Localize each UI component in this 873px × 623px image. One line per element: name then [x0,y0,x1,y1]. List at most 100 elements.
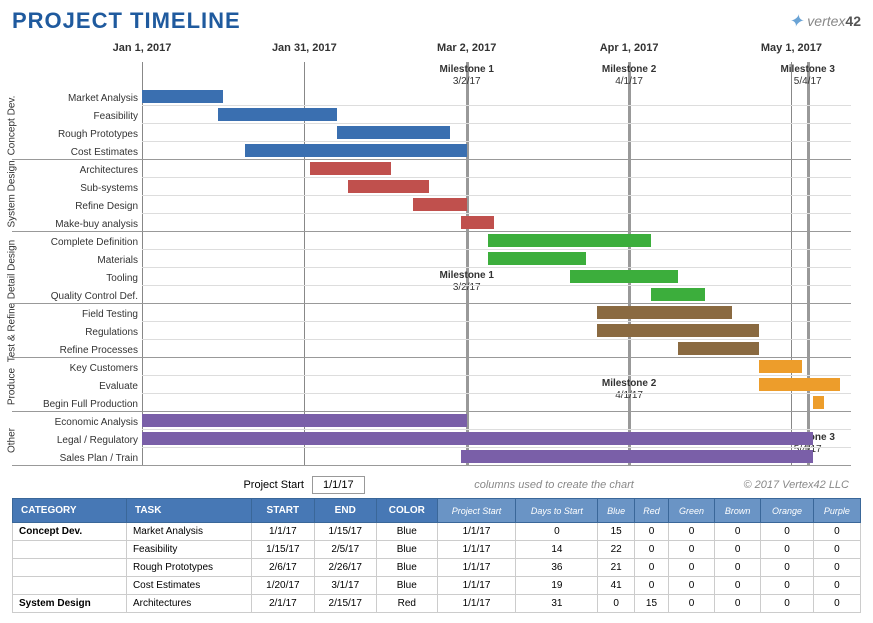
table-cell[interactable]: 0 [669,523,715,541]
table-cell[interactable] [13,541,127,559]
table-cell[interactable]: 0 [813,577,860,595]
table-cell[interactable]: Blue [376,559,437,577]
table-row: Cost Estimates1/20/173/1/17Blue1/1/17194… [13,577,861,595]
table-cell[interactable]: 0 [813,541,860,559]
table-cell[interactable] [13,577,127,595]
gantt-bar [218,108,337,121]
x-axis-labels: Jan 1, 2017Jan 31, 2017Mar 2, 2017Apr 1,… [142,42,861,62]
table-cell[interactable]: 0 [714,595,760,613]
table-cell[interactable]: Concept Dev. [13,523,127,541]
table-cell[interactable]: 0 [714,541,760,559]
table-cell[interactable]: 0 [634,523,668,541]
project-start-value[interactable]: 1/1/17 [312,476,365,494]
table-cell[interactable]: 15 [634,595,668,613]
table-cell[interactable]: Blue [376,523,437,541]
table-cell[interactable]: 19 [516,577,598,595]
table-cell[interactable]: 0 [714,523,760,541]
table-cell[interactable]: 0 [714,577,760,595]
table-cell[interactable]: 1/1/17 [437,559,516,577]
gantt-bar [597,324,759,337]
table-subheader: Brown [714,499,760,523]
table-cell[interactable]: 1/20/17 [252,577,314,595]
table-cell[interactable]: 36 [516,559,598,577]
table-cell[interactable]: 2/15/17 [314,595,376,613]
table-cell[interactable]: 0 [761,595,814,613]
table-cell[interactable]: 0 [813,523,860,541]
table-cell[interactable]: 0 [669,577,715,595]
table-cell[interactable]: 2/6/17 [252,559,314,577]
task-label: Field Testing [12,306,138,324]
table-cell[interactable]: 0 [714,559,760,577]
table-cell[interactable]: 1/1/17 [437,541,516,559]
task-label: Sub-systems [12,180,138,198]
row-gridline [142,285,851,286]
table-cell[interactable]: 0 [813,559,860,577]
table-cell[interactable]: Blue [376,541,437,559]
table-cell[interactable]: Rough Prototypes [126,559,251,577]
task-label: Regulations [12,324,138,342]
table-subheader: Blue [598,499,634,523]
table-cell[interactable]: Architectures [126,595,251,613]
table-cell[interactable]: 0 [761,541,814,559]
table-cell[interactable]: 41 [598,577,634,595]
axis-tick-label: May 1, 2017 [761,42,822,54]
table-cell[interactable]: System Design [13,595,127,613]
table-cell[interactable]: 0 [669,559,715,577]
table-cell[interactable]: Red [376,595,437,613]
table-cell[interactable]: 0 [761,559,814,577]
gantt-bar [678,342,759,355]
table-cell[interactable] [13,559,127,577]
table-cell[interactable]: 1/1/17 [437,577,516,595]
table-subheader: Project Start [437,499,516,523]
table-cell[interactable]: 1/1/17 [437,595,516,613]
task-label: Architectures [12,162,138,180]
table-cell[interactable]: 0 [634,577,668,595]
table-cell[interactable]: Feasibility [126,541,251,559]
table-cell[interactable]: 1/15/17 [252,541,314,559]
task-label: Key Customers [12,360,138,378]
gantt-bar [142,414,467,427]
table-cell[interactable]: 0 [813,595,860,613]
task-label: Economic Analysis [12,414,138,432]
table-cell[interactable]: 21 [598,559,634,577]
table-cell[interactable]: Market Analysis [126,523,251,541]
project-start-label: Project Start [12,479,312,491]
category-label: Detail Design [7,240,18,300]
table-cell[interactable]: 3/1/17 [314,577,376,595]
table-cell[interactable]: 1/1/17 [437,523,516,541]
row-gridline [142,249,851,250]
table-cell[interactable]: 0 [598,595,634,613]
task-label: Refine Design [12,198,138,216]
category-divider [12,465,851,466]
milestone-label-inline: Milestone 13/2/17 [439,270,493,294]
table-cell[interactable]: 14 [516,541,598,559]
milestone-label: Milestone 13/2/17 [439,64,493,88]
table-cell[interactable]: 1/1/17 [252,523,314,541]
table-cell[interactable]: 2/5/17 [314,541,376,559]
table-cell[interactable]: Blue [376,577,437,595]
row-gridline [142,321,851,322]
row-gridline [142,177,851,178]
category-divider [12,357,851,358]
gantt-bar [461,216,493,229]
gantt-bar [488,234,650,247]
table-cell[interactable]: Cost Estimates [126,577,251,595]
table-cell[interactable]: 1/15/17 [314,523,376,541]
gantt-bar [759,378,840,391]
table-cell[interactable]: 15 [598,523,634,541]
table-cell[interactable]: 31 [516,595,598,613]
table-cell[interactable]: 0 [669,541,715,559]
table-subheader: Orange [761,499,814,523]
table-cell[interactable]: 22 [598,541,634,559]
table-cell[interactable]: 2/26/17 [314,559,376,577]
table-cell[interactable]: 0 [516,523,598,541]
gantt-bar [337,126,451,139]
table-cell[interactable]: 0 [634,559,668,577]
row-gridline [142,339,851,340]
table-cell[interactable]: 0 [761,577,814,595]
table-row: System DesignArchitectures2/1/172/15/17R… [13,595,861,613]
table-cell[interactable]: 0 [634,541,668,559]
table-cell[interactable]: 2/1/17 [252,595,314,613]
table-cell[interactable]: 0 [761,523,814,541]
table-cell[interactable]: 0 [669,595,715,613]
